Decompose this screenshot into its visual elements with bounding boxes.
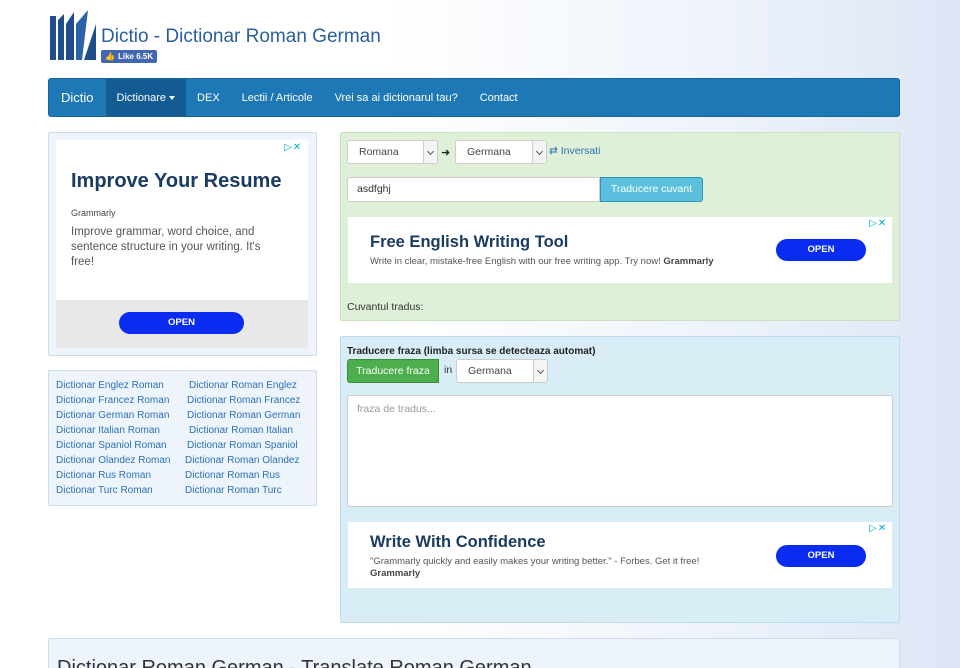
- left-ad-panel: ▷✕ Improve Your Resume Grammarly Improve…: [48, 132, 317, 356]
- mid-ad-text: Write in clear, mistake-free English wit…: [370, 256, 714, 267]
- left-ad-open-button[interactable]: OPEN: [119, 312, 244, 334]
- link-roman-francez[interactable]: Dictionar Roman Francez: [187, 395, 300, 406]
- ad-choices-icon[interactable]: ▷✕: [284, 142, 302, 153]
- left-ad[interactable]: ▷✕ Improve Your Resume Grammarly Improve…: [56, 140, 308, 348]
- link-roman-olandez[interactable]: Dictionar Roman Olandez: [185, 455, 300, 466]
- link-spaniol-roman[interactable]: Dictionar Spaniol Roman: [56, 440, 167, 451]
- site-title[interactable]: Dictio - Dictionar Roman German: [101, 26, 381, 48]
- link-roman-spaniol[interactable]: Dictionar Roman Spaniol: [187, 440, 298, 451]
- bottom-ad-text: "Grammarly quickly and easily makes your…: [370, 556, 700, 579]
- link-german-roman[interactable]: Dictionar German Roman: [56, 410, 169, 421]
- link-roman-turc[interactable]: Dictionar Roman Turc: [185, 485, 282, 496]
- mid-ad-headline[interactable]: Free English Writing Tool: [370, 233, 568, 252]
- arrow-right-icon: ➜: [441, 147, 451, 159]
- translate-word-button[interactable]: Traducere cuvant: [600, 177, 703, 202]
- main-navbar: Dictio Dictionare DEX Lectii / Articole …: [48, 78, 900, 117]
- link-rus-roman[interactable]: Dictionar Rus Roman: [56, 470, 151, 481]
- link-italian-roman[interactable]: Dictionar Italian Roman: [56, 425, 160, 436]
- left-ad-description: Improve grammar, word choice, and senten…: [71, 226, 261, 268]
- nav-item-dex[interactable]: DEX: [186, 79, 231, 116]
- thumbs-up-icon: 👍: [105, 52, 115, 61]
- nav-item-dictionare[interactable]: Dictionare: [105, 79, 187, 116]
- nav-item-vrei[interactable]: Vrei sa ai dictionarul tau?: [324, 79, 469, 116]
- left-ad-headline[interactable]: Improve Your Resume: [71, 170, 281, 193]
- nav-brand[interactable]: Dictio: [49, 79, 106, 116]
- link-roman-german[interactable]: Dictionar Roman German: [187, 410, 300, 421]
- mid-ad-open-button[interactable]: OPEN: [776, 239, 866, 261]
- nav-item-lectii[interactable]: Lectii / Articole: [231, 79, 324, 116]
- word-input[interactable]: asdfghj: [347, 177, 600, 202]
- link-englez-roman[interactable]: Dictionar Englez Roman: [56, 380, 164, 391]
- link-francez-roman[interactable]: Dictionar Francez Roman: [56, 395, 169, 406]
- left-ad-brand: Grammarly: [71, 208, 116, 218]
- dictionary-links-panel: Dictionar Englez Roman Dictionar Roman E…: [48, 370, 317, 506]
- bottom-section: Dictionar Roman German - Translate Roman…: [48, 638, 900, 668]
- translated-word-label: Cuvantul tradus:: [347, 301, 424, 313]
- link-roman-englez[interactable]: Dictionar Roman Englez: [189, 380, 297, 391]
- chevron-down-icon: [423, 141, 437, 163]
- bottom-ad[interactable]: ▷✕ Write With Confidence "Grammarly quic…: [348, 522, 892, 588]
- link-roman-italian[interactable]: Dictionar Roman Italian: [189, 425, 293, 436]
- phrase-translate-title: Traducere fraza (limba sursa se detectea…: [347, 346, 596, 357]
- bottom-section-title: Dictionar Roman German - Translate Roman…: [57, 657, 532, 668]
- books-logo-icon[interactable]: [48, 10, 98, 62]
- chevron-down-icon: [533, 360, 547, 382]
- site-header: Dictio - Dictionar Roman German 👍 Like 6…: [48, 10, 908, 72]
- mid-ad[interactable]: ▷✕ Free English Writing Tool Write in cl…: [348, 217, 892, 283]
- bottom-ad-open-button[interactable]: OPEN: [776, 545, 866, 567]
- link-roman-rus[interactable]: Dictionar Roman Rus: [185, 470, 280, 481]
- bottom-ad-headline[interactable]: Write With Confidence: [370, 533, 546, 552]
- link-turc-roman[interactable]: Dictionar Turc Roman: [56, 485, 153, 496]
- caret-down-icon: [169, 96, 176, 101]
- phrase-target-language-select[interactable]: Germana: [456, 359, 548, 383]
- nav-item-contact[interactable]: Contact: [469, 79, 529, 116]
- source-language-select[interactable]: Romana: [347, 140, 438, 164]
- chevron-down-icon: [532, 141, 546, 163]
- in-label: in: [444, 364, 453, 376]
- ad-choices-icon[interactable]: ▷✕: [869, 218, 887, 229]
- swap-languages-link[interactable]: ⇄ Inversati: [549, 145, 600, 157]
- facebook-like-button[interactable]: 👍 Like 6.5K: [101, 50, 158, 63]
- link-olandez-roman[interactable]: Dictionar Olandez Roman: [56, 455, 171, 466]
- translate-phrase-button[interactable]: Traducere fraza: [347, 359, 439, 383]
- ad-choices-icon[interactable]: ▷✕: [869, 523, 887, 534]
- phrase-textarea[interactable]: fraza de tradus...: [347, 395, 893, 507]
- target-language-select[interactable]: Germana: [455, 140, 547, 164]
- facebook-like-label: Like 6.5K: [117, 52, 154, 61]
- swap-icon: ⇄: [549, 145, 558, 157]
